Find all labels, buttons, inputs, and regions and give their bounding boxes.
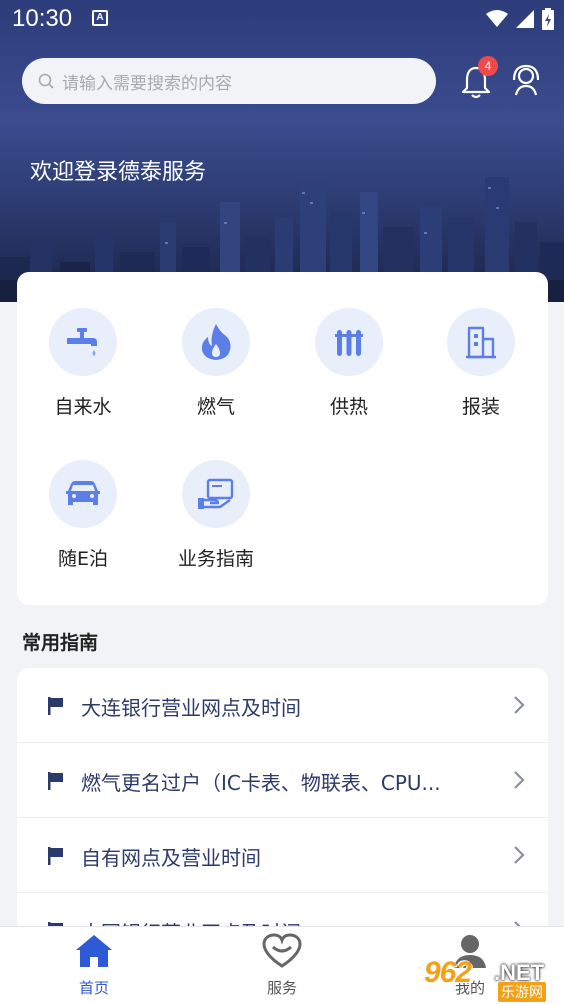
search-placeholder: 请输入需要搜索的内容 xyxy=(62,73,232,94)
service-label: 供热 xyxy=(329,396,368,418)
search-input[interactable]: 请输入需要搜索的内容 xyxy=(22,58,436,104)
service-label: 随E泊 xyxy=(57,548,108,570)
tab-home[interactable]: 首页 xyxy=(44,933,144,998)
signal-icon xyxy=(516,10,534,28)
guide-item-label: 大连银行营业网点及时间 xyxy=(81,696,301,720)
flag-icon xyxy=(48,847,63,865)
search-icon xyxy=(38,73,54,89)
customer-service-icon[interactable] xyxy=(508,62,544,98)
flame-icon xyxy=(201,324,231,360)
wifi-icon xyxy=(486,10,508,27)
chevron-right-icon xyxy=(514,696,525,714)
car-icon xyxy=(66,481,100,505)
section-title-guides: 常用指南 xyxy=(22,632,99,654)
faucet-icon xyxy=(67,328,97,356)
tab-service[interactable]: 服务 xyxy=(232,933,332,998)
guide-item[interactable]: 自有网点及营业时间 xyxy=(17,818,548,893)
service-guide[interactable]: 业务指南 xyxy=(156,460,276,571)
header-banner: 10:30 A 请输入需要搜索的内容 4 欢迎登录德泰服务 xyxy=(0,0,564,302)
service-water[interactable]: 自来水 xyxy=(23,308,143,419)
chevron-right-icon xyxy=(514,846,525,864)
building-icon xyxy=(466,326,496,359)
flag-icon xyxy=(48,697,63,715)
battery-icon xyxy=(542,8,554,30)
guides-list: 大连银行营业网点及时间 燃气更名过户（IC卡表、物联表、CPU... 自有网点及… xyxy=(17,668,548,938)
guide-item-label: 燃气更名过户（IC卡表、物联表、CPU... xyxy=(81,771,441,795)
service-label: 自来水 xyxy=(54,396,112,418)
welcome-text: 欢迎登录德泰服务 xyxy=(30,160,207,185)
chevron-right-icon xyxy=(514,771,525,789)
flag-icon xyxy=(48,772,63,790)
service-parking[interactable]: 随E泊 xyxy=(23,460,143,571)
services-card: 自来水 燃气 供热 报装 随E泊 业务指南 xyxy=(17,272,548,605)
service-heating[interactable]: 供热 xyxy=(289,308,409,419)
home-icon xyxy=(76,935,112,967)
radiator-icon xyxy=(335,330,363,356)
service-install[interactable]: 报装 xyxy=(421,308,541,419)
guide-screen-icon xyxy=(198,478,234,509)
heart-service-icon xyxy=(262,933,302,968)
status-time: 10:30 xyxy=(12,5,73,32)
notification-badge: 4 xyxy=(478,56,498,76)
guide-item-label: 自有网点及营业时间 xyxy=(81,846,261,870)
watermark-sub: 乐游网 xyxy=(498,982,546,1002)
service-gas[interactable]: 燃气 xyxy=(156,308,276,419)
service-label: 业务指南 xyxy=(177,548,254,570)
service-label: 报装 xyxy=(461,396,500,418)
guide-item[interactable]: 大连银行营业网点及时间 xyxy=(17,668,548,743)
tab-label: 首页 xyxy=(78,979,109,997)
status-bar: 10:30 A xyxy=(0,0,564,40)
guide-item[interactable]: 燃气更名过户（IC卡表、物联表、CPU... xyxy=(17,743,548,818)
site-watermark: 962 .NET 乐游网 xyxy=(424,952,560,1002)
status-notification-icon: A xyxy=(92,10,108,26)
service-label: 燃气 xyxy=(196,396,235,418)
tab-label: 服务 xyxy=(266,979,297,997)
watermark-logo: 962 xyxy=(424,956,472,989)
